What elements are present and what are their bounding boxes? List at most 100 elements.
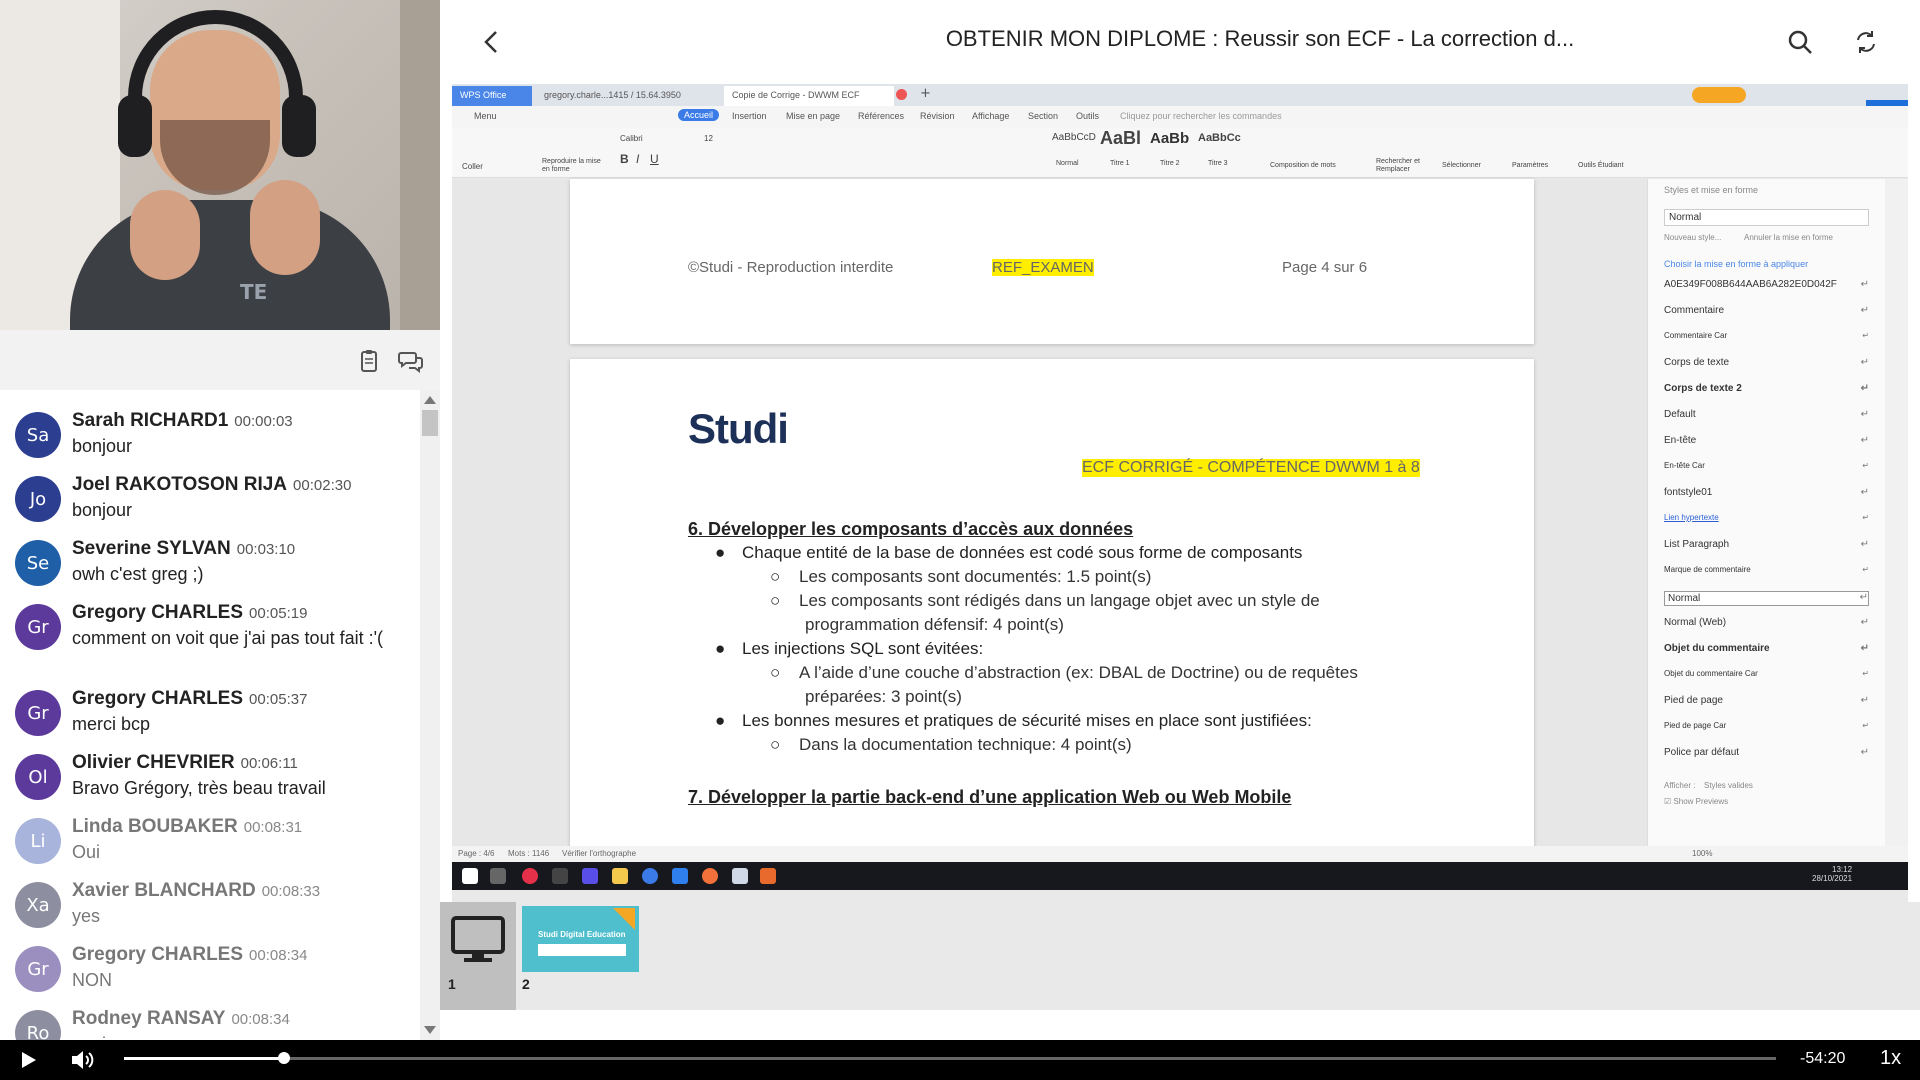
app-terminal-icon[interactable] — [552, 868, 568, 884]
clear-format-link[interactable]: Annuler la mise en forme — [1744, 233, 1854, 242]
app-teams-icon[interactable] — [582, 868, 598, 884]
menu-menu[interactable]: Menu — [474, 111, 497, 121]
scroll-down-icon[interactable] — [424, 1026, 436, 1034]
style-list-item[interactable]: Objet du commentaire ↵ — [1664, 643, 1869, 654]
style-list-item[interactable]: Lien hypertexte ↵ — [1664, 513, 1869, 522]
playback-speed-button[interactable]: 1x — [1880, 1047, 1901, 1070]
app-vscode-icon[interactable] — [672, 868, 688, 884]
style-list-item[interactable]: Objet du commentaire Car ↵ — [1664, 669, 1869, 678]
play-icon[interactable] — [18, 1050, 38, 1070]
status-zoom[interactable]: 100% — [1692, 849, 1712, 858]
thumbnail-slide-2[interactable]: Studi Digital Education — [522, 906, 639, 972]
progress-fill — [124, 1057, 285, 1060]
back-arrow-icon[interactable] — [480, 28, 504, 56]
style-list-item[interactable]: En-tête ↵ — [1664, 435, 1869, 446]
menu-mise-en-page[interactable]: Mise en page — [786, 111, 840, 121]
progress-track[interactable] — [124, 1057, 1776, 1060]
windows-start-icon[interactable] — [462, 868, 478, 884]
command-search[interactable]: Cliquez pour rechercher les commandes — [1120, 111, 1282, 121]
clipboard-icon[interactable] — [356, 348, 382, 374]
bullet-2-1a: A l’aide d’une couche d’abstraction (ex:… — [799, 663, 1358, 682]
account-badge[interactable] — [1692, 87, 1746, 103]
menu-accueil[interactable]: Accueil — [678, 109, 720, 121]
app-firefox-icon[interactable] — [702, 868, 718, 884]
paste-button[interactable]: Coller — [462, 162, 483, 171]
avatar: Gr — [15, 946, 61, 992]
rotate-icon[interactable] — [1852, 28, 1880, 56]
taskbar-search-icon[interactable] — [490, 868, 506, 884]
scroll-thumb[interactable] — [422, 410, 438, 436]
app-generic-icon[interactable] — [732, 868, 748, 884]
menu-revision[interactable]: Révision — [920, 111, 955, 121]
new-tab-icon[interactable]: + — [920, 86, 931, 101]
find-replace-button[interactable]: Rechercher et Remplacer — [1376, 158, 1436, 174]
wps-office-tab[interactable]: WPS Office — [452, 86, 532, 106]
avatar: Xa — [15, 882, 61, 928]
word-composition-button[interactable]: Composition de mots — [1270, 162, 1336, 169]
style-list-item[interactable]: Police par défaut ↵ — [1664, 747, 1869, 758]
show-previews-checkbox[interactable]: ☑ Show Previews — [1664, 797, 1869, 806]
app-active-icon[interactable] — [760, 868, 776, 884]
chat-bubbles-icon[interactable] — [398, 348, 424, 374]
menu-outils[interactable]: Outils — [1076, 111, 1099, 121]
chat-panel[interactable]: Sa Sarah RICHARD1 00:00:03 bonjour Jo Joel RA… — [0, 390, 420, 1040]
show-filter[interactable]: Styles valides — [1704, 781, 1804, 790]
app-wps-icon[interactable] — [522, 868, 538, 884]
message-author: Linda BOUBAKER 00:08:31 — [72, 816, 302, 838]
style-list-item[interactable]: List Paragraph ↵ — [1664, 539, 1869, 550]
volume-icon[interactable] — [70, 1048, 96, 1072]
message-author: Rodney RANSAY 00:08:34 — [72, 1008, 290, 1030]
italic-button[interactable]: I — [636, 152, 639, 166]
close-tab-icon[interactable] — [896, 89, 907, 100]
chat-message: Jo Joel RAKOTOSON RIJA 00:02:30 bonjour — [0, 474, 420, 538]
font-name[interactable]: Calibri — [620, 134, 643, 143]
scroll-up-icon[interactable] — [424, 396, 436, 404]
new-style-link[interactable]: Nouveau style... — [1664, 233, 1744, 242]
format-painter-button[interactable]: Reproduire la mise en forme — [542, 158, 602, 174]
document-area[interactable]: ©Studi - Reproduction interdite REF_EXAM… — [452, 179, 1647, 879]
style-list-item[interactable]: Normal ↵ — [1664, 591, 1869, 606]
style-list-item[interactable]: En-tête Car ↵ — [1664, 461, 1869, 470]
current-style-select[interactable]: Normal — [1664, 209, 1869, 226]
style-titre-2[interactable]: AaBb — [1150, 130, 1189, 147]
doc-tab-2[interactable]: Copie de Corrige - DWWM ECF — [724, 86, 894, 106]
style-normal[interactable]: AaBbCcD — [1052, 132, 1096, 143]
style-list-item[interactable]: Default ↵ — [1664, 409, 1869, 420]
style-list-item[interactable]: fontstyle01 ↵ — [1664, 487, 1869, 498]
side-toolbar[interactable] — [1885, 179, 1908, 862]
status-spellcheck[interactable]: Vérifier l'orthographe — [562, 849, 636, 858]
style-list-item[interactable]: Commentaire ↵ — [1664, 305, 1869, 316]
menu-references[interactable]: Références — [858, 111, 904, 121]
message-time: 00:08:34 — [231, 1011, 290, 1028]
bold-button[interactable]: B — [620, 152, 629, 166]
style-list-item[interactable]: A0E349F008B644AAB6A282E0D042F ↵ — [1664, 279, 1869, 290]
style-list-item[interactable]: Commentaire Car ↵ — [1664, 331, 1869, 340]
style-list-item[interactable]: Corps de texte ↵ — [1664, 357, 1869, 368]
menu-section[interactable]: Section — [1028, 111, 1058, 121]
chat-scrollbar[interactable] — [420, 390, 440, 1040]
chat-message: Ro Rodney RANSAY 00:08:34 ouais — [0, 1008, 420, 1040]
app-explorer-icon[interactable] — [612, 868, 628, 884]
menu-affichage[interactable]: Affichage — [972, 111, 1009, 121]
style-list-item[interactable]: Normal (Web) ↵ — [1664, 617, 1869, 628]
author-name: Severine SYLVAN — [72, 538, 231, 559]
settings-button[interactable]: Paramètres — [1512, 162, 1548, 169]
menu-insertion[interactable]: Insertion — [732, 111, 767, 121]
style-titre-3[interactable]: AaBbCc — [1198, 132, 1241, 144]
select-button[interactable]: Sélectionner — [1442, 162, 1481, 169]
message-time: 00:02:30 — [293, 477, 352, 494]
style-list-item[interactable]: Marque de commentaire ↵ — [1664, 565, 1869, 574]
style-list-item[interactable]: Pied de page Car ↵ — [1664, 721, 1869, 730]
underline-button[interactable]: U — [650, 152, 659, 166]
thumbnail-1-number: 1 — [448, 976, 456, 992]
student-tools-button[interactable]: Outils Étudiant — [1578, 162, 1624, 169]
style-list-item[interactable]: Corps de texte 2 ↵ — [1664, 383, 1869, 394]
thumbnail-screen[interactable] — [440, 902, 516, 1010]
app-chrome-icon[interactable] — [642, 868, 658, 884]
style-list-item[interactable]: Pied de page ↵ — [1664, 695, 1869, 706]
doc-tab-1[interactable]: gregory.charle...1415 / 15.64.3950 — [536, 86, 716, 106]
search-icon[interactable] — [1786, 28, 1814, 56]
font-size[interactable]: 12 — [704, 134, 713, 143]
style-titre-1[interactable]: AaBl — [1100, 128, 1141, 149]
style-name: Objet du commentaire Car — [1664, 669, 1758, 678]
